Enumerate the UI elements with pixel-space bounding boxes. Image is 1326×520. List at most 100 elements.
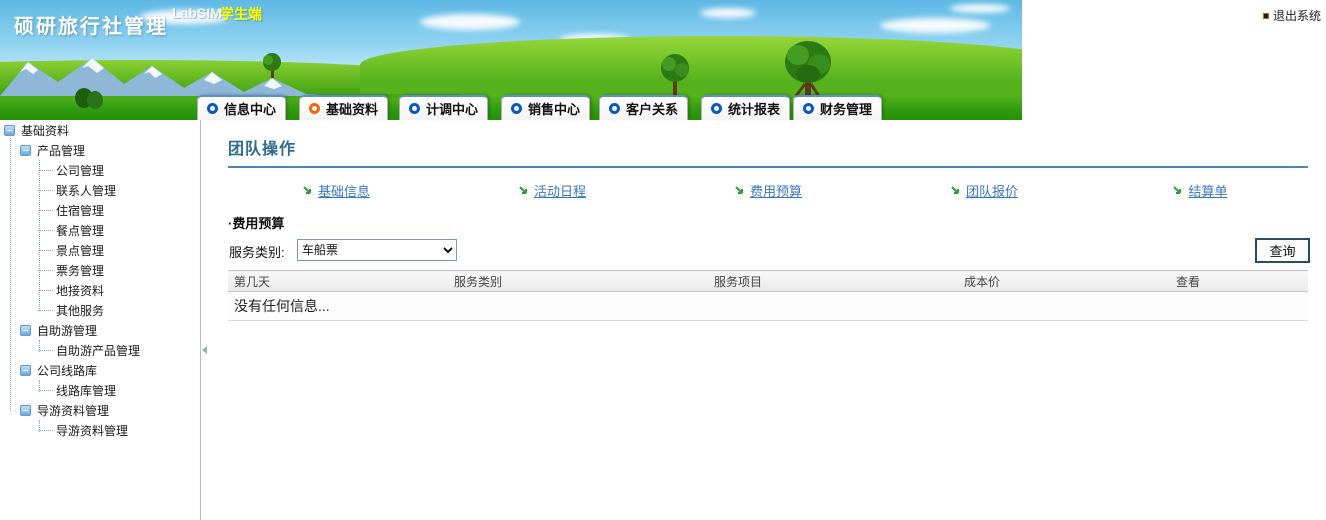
query-button[interactable]: 查询 [1255, 238, 1310, 263]
empty-row: 没有任何信息... [228, 292, 1308, 321]
tree-item-scenic-spot-management[interactable]: 景点管理 [0, 240, 200, 260]
tree-line [38, 250, 53, 251]
tree-item-basic-data[interactable]: 基础资料 [0, 120, 200, 140]
tab-customer-relations[interactable]: 客户关系 [599, 95, 688, 120]
bullet-icon [1264, 14, 1268, 18]
tree-label: 导游资料管理 [37, 402, 109, 419]
link-label[interactable]: 团队报价 [966, 181, 1018, 200]
step-links: 基础信息 活动日程 费用预算 团队报价 结算单 [228, 177, 1308, 203]
app-subtitle: LabSIM [172, 5, 222, 21]
app-title: 硕研旅行社管理 [14, 10, 168, 39]
link-team-quotation[interactable]: 团队报价 [876, 177, 1092, 203]
link-settlement[interactable]: 结算单 [1092, 177, 1308, 203]
circle-dot-icon [711, 103, 722, 114]
tab-sales-center[interactable]: 销售中心 [501, 95, 590, 120]
link-cost-budget[interactable]: 费用预算 [660, 177, 876, 203]
tree-line [38, 310, 53, 311]
tree-item-product-management[interactable]: 产品管理 [0, 140, 200, 160]
section-label-cost-budget: ·费用预算 [228, 213, 284, 232]
tree-item-contact-management[interactable]: 联系人管理 [0, 180, 200, 200]
minus-box-icon[interactable] [20, 365, 31, 376]
logout-link[interactable]: 退出系统 [1264, 7, 1321, 24]
tab-label: 统计报表 [728, 99, 780, 118]
tree-line [38, 350, 53, 351]
circle-dot-icon [207, 103, 218, 114]
tree-item-guide-data-management-child[interactable]: 导游资料管理 [0, 420, 200, 440]
tree-label: 基础资料 [21, 122, 69, 139]
col-cost-price: 成本价 [958, 271, 1170, 292]
col-view: 查看 [1170, 271, 1308, 292]
table-header-row: 第几天 服务类别 服务项目 成本价 查看 [228, 271, 1308, 292]
tree-item-self-guided-product-management[interactable]: 自助游产品管理 [0, 340, 200, 360]
tree-item-local-guide-data[interactable]: 地接资料 [0, 280, 200, 300]
title-rule [228, 166, 1308, 168]
student-badge: 学生端 [220, 4, 262, 24]
tree-item-guide-data-management[interactable]: 导游资料管理 [0, 400, 200, 420]
circle-dot-icon [309, 103, 320, 114]
tree-label: 导游资料管理 [56, 422, 128, 439]
tab-label: 客户关系 [626, 99, 678, 118]
link-label[interactable]: 活动日程 [534, 181, 586, 200]
circle-dot-icon [803, 103, 814, 114]
tab-finance-management[interactable]: 财务管理 [793, 95, 882, 120]
minus-box-icon[interactable] [4, 125, 15, 136]
tree-line [38, 390, 53, 391]
tree-label: 其他服务 [56, 302, 104, 319]
minus-box-icon[interactable] [20, 405, 31, 416]
cloud-art [420, 14, 520, 30]
page-title: 团队操作 [228, 135, 296, 159]
tree-label: 联系人管理 [56, 182, 116, 199]
tree-line [38, 170, 53, 171]
tree-item-company-route-library[interactable]: 公司线路库 [0, 360, 200, 380]
minus-box-icon[interactable] [20, 145, 31, 156]
tab-label: 财务管理 [820, 99, 872, 118]
tree-line [38, 210, 53, 211]
empty-message: 没有任何信息... [228, 292, 1308, 321]
tab-planning-center[interactable]: 计调中心 [399, 95, 488, 120]
minus-box-icon[interactable] [20, 325, 31, 336]
service-type-select[interactable]: 车船票 [297, 239, 457, 261]
arrow-down-right-icon [950, 185, 961, 196]
circle-dot-icon [409, 103, 420, 114]
logout-label: 退出系统 [1273, 7, 1321, 24]
tree-label: 自助游产品管理 [56, 342, 140, 359]
arrow-down-right-icon [734, 185, 745, 196]
link-basic-info[interactable]: 基础信息 [228, 177, 444, 203]
tab-info-center[interactable]: 信息中心 [197, 95, 286, 120]
tab-label: 计调中心 [426, 99, 478, 118]
tab-basic-data[interactable]: 基础资料 [299, 95, 388, 120]
tree-icon [74, 86, 104, 112]
link-activity-schedule[interactable]: 活动日程 [444, 177, 660, 203]
tree-line [38, 290, 53, 291]
tree-label: 景点管理 [56, 242, 104, 259]
tab-label: 销售中心 [528, 99, 580, 118]
tab-label: 信息中心 [224, 99, 276, 118]
tree-icon [260, 52, 284, 78]
tree-label: 自助游管理 [37, 322, 97, 339]
sidebar-tree: 基础资料 产品管理 公司管理 联系人管理 住宿管理 餐点管理 景点管理 票务管理… [0, 120, 200, 520]
tree-item-meal-management[interactable]: 餐点管理 [0, 220, 200, 240]
tree-item-ticket-management[interactable]: 票务管理 [0, 260, 200, 280]
tree-label: 线路库管理 [56, 382, 116, 399]
link-label[interactable]: 基础信息 [318, 181, 370, 200]
tree-label: 住宿管理 [56, 202, 104, 219]
tree-label: 地接资料 [56, 282, 104, 299]
tree-item-route-library-management[interactable]: 线路库管理 [0, 380, 200, 400]
link-label[interactable]: 费用预算 [750, 181, 802, 200]
budget-table: 第几天 服务类别 服务项目 成本价 查看 没有任何信息... [228, 270, 1308, 321]
service-type-label: 服务类别: [229, 242, 285, 261]
link-label[interactable]: 结算单 [1188, 181, 1227, 200]
tree-item-company-management[interactable]: 公司管理 [0, 160, 200, 180]
circle-dot-icon [511, 103, 522, 114]
tree-item-other-services[interactable]: 其他服务 [0, 300, 200, 320]
tab-statistics-reports[interactable]: 统计报表 [701, 95, 790, 120]
tree-label: 公司管理 [56, 162, 104, 179]
main-content: 团队操作 基础信息 活动日程 费用预算 团队报价 结算单 ·费用预算 服务类别:… [201, 120, 1326, 520]
tree-label: 餐点管理 [56, 222, 104, 239]
arrow-down-right-icon [1172, 185, 1183, 196]
tree-item-lodging-management[interactable]: 住宿管理 [0, 200, 200, 220]
tree-label: 公司线路库 [37, 362, 97, 379]
tree-item-self-guided-tour-management[interactable]: 自助游管理 [0, 320, 200, 340]
arrow-down-right-icon [302, 185, 313, 196]
tree-line [38, 190, 53, 191]
